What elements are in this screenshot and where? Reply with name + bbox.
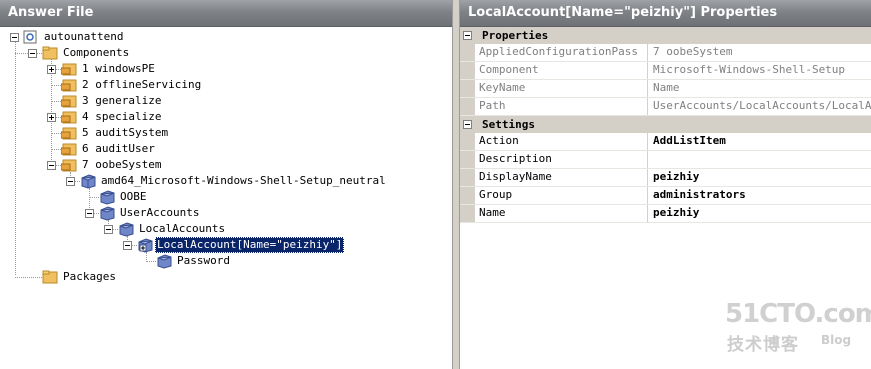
collapse-toggle[interactable] (28, 49, 37, 58)
properties-title: LocalAccount[Name="peizhiy"] Properties (460, 0, 871, 27)
setting-group-icon (99, 205, 115, 221)
property-value: 7 oobeSystem (653, 45, 733, 58)
property-grid: Properties AppliedConfigurationPass 7 oob… (460, 27, 871, 223)
tree-node-label-selected: LocalAccount[Name="peizhiy"] (155, 237, 345, 253)
property-name: AppliedConfigurationPass (476, 44, 648, 61)
property-name: Description (476, 151, 648, 168)
property-name: Component (476, 62, 648, 79)
properties-pane: LocalAccount[Name="peizhiy"] Properties … (459, 0, 871, 369)
tree-node-label: 1 windowsPE (82, 62, 155, 75)
collapse-toggle[interactable] (85, 209, 94, 218)
property-row[interactable]: DisplayName peizhiy (460, 169, 871, 187)
tree-node-label: 4 specialize (82, 110, 162, 123)
setting-group-icon (118, 221, 134, 237)
tree-node-label: Packages (63, 270, 116, 283)
pass-folder-icon (60, 77, 77, 93)
tree-node-label: 3 generalize (82, 94, 162, 107)
property-name: Path (476, 98, 648, 115)
property-value: Microsoft-Windows-Shell-Setup (653, 63, 846, 76)
category-settings[interactable]: Settings (460, 116, 871, 133)
component-icon (80, 173, 96, 189)
setting-group-icon (156, 253, 172, 269)
tree-node-label: 5 auditSystem (82, 126, 169, 139)
property-value[interactable]: administrators (653, 187, 871, 204)
answer-file-title: Answer File (0, 0, 452, 27)
property-row[interactable]: Name peizhiy (460, 205, 871, 223)
pass-folder-icon (60, 109, 77, 125)
pass-folder-icon (60, 61, 77, 77)
collapse-toggle[interactable] (66, 177, 75, 186)
watermark-sub: 技术博客 (727, 335, 799, 355)
tree-node-label: autounattend (44, 30, 124, 43)
pass-folder-icon (60, 125, 77, 141)
property-value: UserAccounts/LocalAccounts/LocalAcco (653, 99, 871, 112)
tree-node-label: LocalAccounts (139, 222, 226, 235)
tree-node-label: Password (177, 254, 230, 267)
tree-node-label: 6 auditUser (82, 142, 155, 155)
property-row[interactable]: KeyName Name (460, 80, 871, 98)
watermark-main: 51CTO.com (725, 299, 871, 329)
category-label: Settings (482, 118, 535, 131)
property-value: Name (653, 81, 680, 94)
list-item-icon (137, 237, 153, 253)
folder-icon (42, 45, 58, 61)
tree-node-label: amd64_Microsoft-Windows-Shell-Setup_neut… (101, 174, 386, 187)
answer-file-pane: Answer File autounattend Components 1 wi… (0, 0, 453, 369)
property-value[interactable] (653, 151, 871, 168)
property-name: Group (476, 187, 648, 204)
property-row[interactable]: Action AddListItem (460, 133, 871, 151)
collapse-toggle[interactable] (47, 161, 56, 170)
property-row[interactable]: Component Microsoft-Windows-Shell-Setup (460, 62, 871, 80)
tree-node-label: UserAccounts (120, 206, 200, 219)
property-value[interactable]: peizhiy (653, 169, 871, 186)
category-label: Properties (482, 29, 549, 42)
property-row[interactable]: Description (460, 151, 871, 169)
watermark-blog: Blog (821, 333, 852, 347)
tree-node-label: 7 oobeSystem (82, 158, 162, 171)
folder-icon (42, 269, 58, 285)
pass-folder-icon (60, 93, 77, 109)
pass-folder-icon (60, 157, 77, 173)
setting-group-icon (99, 189, 115, 205)
property-name: KeyName (476, 80, 648, 97)
collapse-toggle[interactable] (10, 33, 19, 42)
tree-node-label: OOBE (120, 190, 147, 203)
category-properties[interactable]: Properties (460, 27, 871, 44)
property-value[interactable]: AddListItem (653, 133, 871, 150)
property-name: Action (476, 133, 648, 150)
answer-file-icon (22, 29, 38, 45)
collapse-toggle[interactable] (463, 120, 472, 129)
property-row[interactable]: Group administrators (460, 187, 871, 205)
tree-node-label: Components (63, 46, 130, 59)
tree-node-label: 2 offlineServicing (82, 78, 202, 91)
expand-toggle[interactable] (47, 113, 56, 122)
property-value[interactable]: peizhiy (653, 205, 871, 222)
collapse-toggle[interactable] (463, 31, 472, 40)
property-name: Name (476, 205, 648, 222)
watermark: 51CTO.com 技术博客 Blog (725, 299, 871, 355)
collapse-toggle[interactable] (104, 225, 113, 234)
property-row[interactable]: AppliedConfigurationPass 7 oobeSystem (460, 44, 871, 62)
collapse-toggle[interactable] (123, 241, 132, 250)
property-row[interactable]: Path UserAccounts/LocalAccounts/LocalAcco (460, 98, 871, 116)
property-name: DisplayName (476, 169, 648, 186)
pass-folder-icon (60, 141, 77, 157)
expand-toggle[interactable] (47, 65, 56, 74)
